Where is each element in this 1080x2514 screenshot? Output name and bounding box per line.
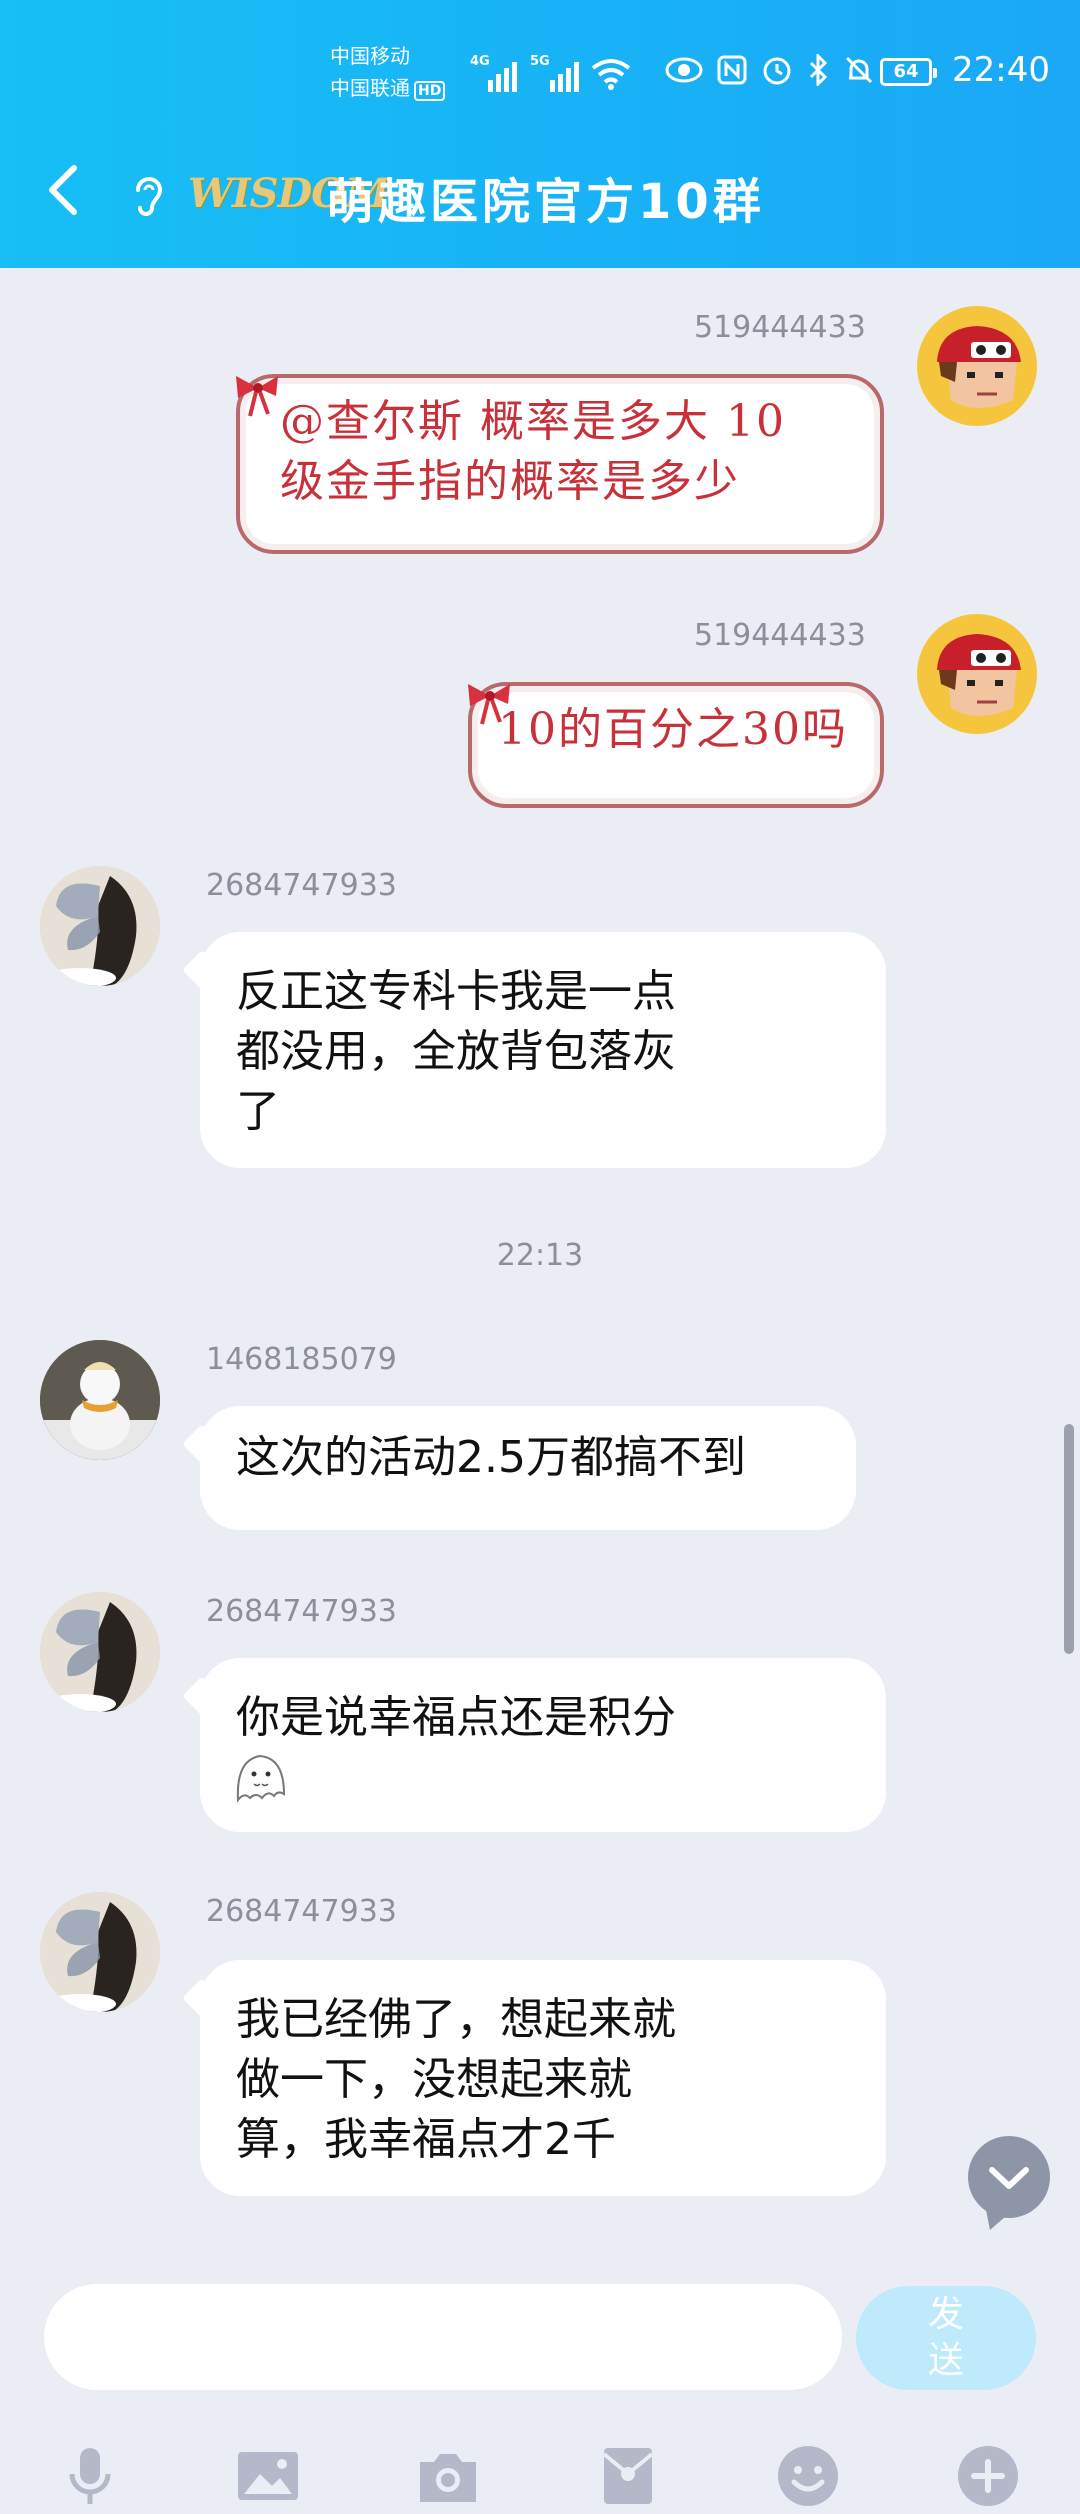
emoji-icon[interactable] [776, 2444, 840, 2508]
timestamp: 22:13 [496, 1238, 584, 1273]
winged-person-avatar-icon [40, 1892, 160, 2012]
avatar[interactable] [917, 614, 1037, 734]
wifi-icon [591, 59, 631, 90]
nfc-icon [717, 55, 747, 85]
message-text: 了 [236, 1086, 280, 1137]
cap-boy-avatar-icon [937, 326, 1021, 408]
avatar[interactable] [40, 1892, 160, 2012]
red-packet-icon[interactable] [596, 2444, 660, 2508]
status-time: 22:40 [952, 50, 1050, 90]
status-bar: 中国移动 中国联通 HD 4G 5G 64 22:40 [0, 40, 1080, 110]
message-input[interactable] [44, 2284, 842, 2390]
avatar[interactable] [40, 866, 160, 986]
message-text: @查尔斯 概率是多大 10 [280, 396, 786, 447]
avatar[interactable] [40, 1592, 160, 1712]
sender-name: 519444433 [694, 310, 866, 345]
message-text: 这次的活动2.5万都搞不到 [236, 1432, 746, 1483]
message-text: 算，我幸福点才2千 [236, 2114, 616, 2165]
page-title[interactable]: 萌趣医院官方10群 [326, 162, 765, 232]
microphone-icon[interactable] [58, 2444, 122, 2508]
chevron-down-icon [986, 2167, 1029, 2230]
ghost-emoji-icon [236, 1754, 286, 1803]
signal-icon-1 [488, 58, 517, 92]
send-label-2: 送 [927, 2340, 964, 2381]
signal-icon-2 [550, 58, 579, 92]
cap-boy-avatar-icon [937, 634, 1021, 716]
plus-icon[interactable] [956, 2444, 1020, 2508]
net-label-1: 4G [470, 54, 490, 69]
chat-header: 中国移动 中国联通 HD 4G 5G 64 22:40 WISDOM 萌趣医院官方… [0, 0, 1080, 268]
message-text: 都没用，全放背包落灰 [236, 1026, 676, 1077]
sender-name: 2684747933 [206, 868, 397, 903]
ear-icon[interactable] [128, 172, 166, 220]
avatar[interactable] [40, 1340, 160, 1460]
bluetooth-icon [809, 54, 828, 86]
message-text: 做一下，没想起来就 [236, 2054, 632, 2105]
sender-name: 1468185079 [206, 1342, 397, 1377]
snowman-avatar-icon [40, 1340, 160, 1460]
avatar[interactable] [917, 306, 1037, 426]
net-label-2: 5G [530, 54, 550, 69]
input-bar: 发 送 [0, 2256, 1080, 2514]
carrier-1: 中国移动 [330, 44, 410, 68]
status-icons [665, 54, 875, 86]
battery-indicator: 64 [880, 58, 937, 86]
carrier-2: 中国联通 [330, 76, 410, 100]
mute-bell-icon [845, 56, 873, 84]
camera-icon[interactable] [416, 2444, 480, 2508]
sender-name: 519444433 [694, 618, 866, 653]
scrollbar[interactable] [1064, 1424, 1074, 1654]
send-button[interactable]: 发 送 [856, 2286, 1036, 2390]
image-icon[interactable] [236, 2444, 300, 2508]
message-text: 我已经佛了，想起来就 [236, 1994, 676, 2045]
scroll-to-bottom-button[interactable] [968, 2136, 1050, 2230]
eye-icon [665, 57, 703, 83]
winged-person-avatar-icon [40, 866, 160, 986]
send-label-1: 发 [927, 2294, 964, 2335]
message-text: 10的百分之30吗 [498, 704, 848, 755]
message-text: 你是说幸福点还是积分 [236, 1692, 676, 1743]
hd-badge: HD [414, 81, 446, 101]
alarm-icon [763, 57, 791, 85]
sender-name: 2684747933 [206, 1894, 397, 1929]
message-text: 级金手指的概率是多少 [280, 456, 740, 507]
winged-person-avatar-icon [40, 1592, 160, 1712]
back-arrow-icon[interactable] [40, 160, 84, 220]
message-text: 反正这专科卡我是一点 [236, 966, 676, 1017]
carrier-info: 中国移动 中国联通 HD [330, 40, 446, 104]
bow-icon [236, 376, 278, 417]
sender-name: 2684747933 [206, 1594, 397, 1629]
